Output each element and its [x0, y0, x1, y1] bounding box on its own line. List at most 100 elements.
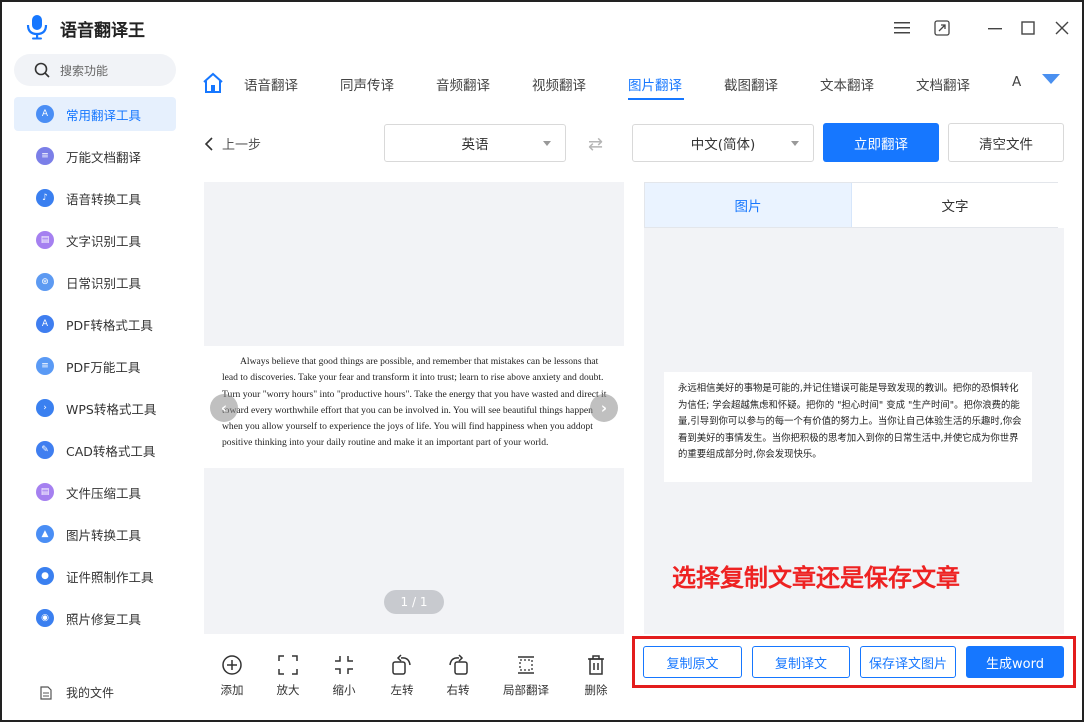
next-image-button[interactable]: › — [590, 394, 618, 422]
close-icon[interactable] — [1052, 18, 1072, 38]
sidebar-item-label: 常用翻译工具 — [66, 107, 142, 123]
file-icon — [40, 685, 52, 700]
file-compress-icon: ▤ — [36, 483, 54, 501]
tab-text-result[interactable]: 文字 — [852, 183, 1058, 227]
zoom-out-button[interactable]: 缩小 — [316, 654, 372, 698]
search-icon — [34, 62, 50, 78]
source-image-preview: Always believe that good things are poss… — [204, 182, 624, 634]
prev-image-button[interactable]: ‹ — [210, 394, 238, 422]
zoom-out-icon — [335, 656, 353, 674]
tool-label: 右转 — [446, 683, 470, 697]
translated-image: 永远相信美好的事物是可能的,并记住错误可能是导致发现的教训。把你的恐惧转化为信任… — [664, 372, 1032, 482]
partial-translate-icon — [518, 656, 534, 674]
menu-icon[interactable] — [892, 18, 912, 38]
chevron-down-icon — [543, 141, 551, 146]
sidebar-item-file-compress[interactable]: ▤ 文件压缩工具 — [14, 475, 176, 509]
search-input[interactable]: 搜索功能 — [14, 54, 176, 86]
translate-tool-icon: A — [36, 105, 54, 123]
voice-convert-icon: ♪ — [36, 189, 54, 207]
image-convert-icon: ▲ — [36, 525, 54, 543]
generate-word-button[interactable]: 生成word — [966, 646, 1064, 678]
home-icon[interactable] — [202, 72, 224, 94]
add-button[interactable]: 添加 — [204, 654, 260, 698]
tab-3[interactable]: 视频翻译 — [532, 74, 586, 94]
photo-repair-icon: ◉ — [36, 609, 54, 627]
my-files-link[interactable]: 我的文件 — [40, 684, 114, 701]
tab-2[interactable]: 音频翻译 — [436, 74, 490, 94]
minimize-icon[interactable] — [985, 18, 1005, 38]
sidebar-item-id-photo[interactable]: ● 证件照制作工具 — [14, 559, 176, 593]
rotate-left-icon — [392, 654, 411, 675]
clear-files-button[interactable]: 清空文件 — [948, 123, 1064, 162]
sidebar-item-wps-convert[interactable]: › WPS转格式工具 — [14, 391, 176, 425]
tab-5[interactable]: 截图翻译 — [724, 74, 778, 94]
main-panel: 语音翻译 同声传译 音频翻译 视频翻译 图片翻译 截图翻译 文本翻译 文档翻译 A 上一步 英语… — [182, 54, 1082, 720]
active-tab-underline — [628, 98, 684, 100]
sidebar-item-voice-convert[interactable]: ♪ 语音转换工具 — [14, 181, 176, 215]
sidebar-item-label: 文件压缩工具 — [66, 485, 142, 501]
delete-icon — [588, 655, 604, 675]
my-files-label: 我的文件 — [66, 686, 115, 700]
sidebar-item-label: WPS转格式工具 — [66, 401, 157, 417]
sidebar-item-label: 日常识别工具 — [66, 275, 142, 291]
tab-4[interactable]: 图片翻译 — [628, 74, 682, 94]
sidebar-item-pdf-convert[interactable]: A PDF转格式工具 — [14, 307, 176, 341]
save-translation-image-button[interactable]: 保存译文图片 — [860, 646, 956, 678]
sidebar-item-label: 证件照制作工具 — [66, 569, 154, 585]
pdf-convert-icon: A — [36, 315, 54, 333]
sidebar-item-document-translate[interactable]: ≡ 万能文档翻译 — [14, 139, 176, 173]
tool-label: 放大 — [276, 683, 300, 697]
target-language-select[interactable]: 中文(简体) — [632, 124, 814, 162]
microphone-logo-icon — [26, 15, 48, 40]
page-indicator: 1 / 1 — [384, 590, 444, 614]
tab-6[interactable]: 文本翻译 — [820, 74, 874, 94]
tool-label: 缩小 — [332, 683, 356, 697]
chevron-down-icon — [791, 141, 799, 146]
sidebar: 搜索功能 A 常用翻译工具 ≡ 万能文档翻译 ♪ 语音转换工具 ▤ 文字识别工具 ⊛ 日常识别工具… — [4, 54, 182, 720]
sidebar-item-pdf-tool[interactable]: ≡ PDF万能工具 — [14, 349, 176, 383]
swap-languages-icon[interactable]: ⇄ — [588, 134, 603, 155]
copy-translation-button[interactable]: 复制译文 — [752, 646, 850, 678]
id-photo-icon: ● — [36, 567, 54, 585]
wps-convert-icon: › — [36, 399, 54, 417]
zoom-in-button[interactable]: 放大 — [260, 654, 316, 698]
tab-7[interactable]: 文档翻译 — [916, 74, 970, 94]
rotate-right-icon — [449, 654, 468, 675]
tab-8[interactable]: A — [1012, 74, 1021, 90]
tool-label: 添加 — [220, 683, 244, 697]
chevron-left-icon — [204, 136, 213, 151]
target-language-value: 中文(简体) — [690, 137, 756, 153]
app-window: 语音翻译王 搜索功能 A 常用翻译工具 ≡ 万能文档翻译 ♪ 语音转换工具 ▤ 文字识别工具 ⊛… — [0, 0, 1084, 722]
source-language-select[interactable]: 英语 — [384, 124, 566, 162]
partial-translate-button[interactable]: 局部翻译 — [498, 654, 554, 698]
sidebar-item-photo-repair[interactable]: ◉ 照片修复工具 — [14, 601, 176, 635]
sidebar-item-label: CAD转格式工具 — [66, 443, 156, 459]
sidebar-item-cad-convert[interactable]: ✎ CAD转格式工具 — [14, 433, 176, 467]
tab-1[interactable]: 同声传译 — [340, 74, 394, 94]
maximize-icon[interactable] — [1018, 18, 1038, 38]
result-view-tabs: 图片 文字 — [644, 182, 1058, 228]
tab-0[interactable]: 语音翻译 — [244, 74, 298, 94]
rotate-left-button[interactable]: 左转 — [374, 654, 430, 698]
back-button[interactable]: 上一步 — [204, 134, 261, 153]
more-tabs-icon[interactable] — [1042, 74, 1060, 84]
copy-source-button[interactable]: 复制原文 — [643, 646, 742, 678]
sidebar-item-translate-tool[interactable]: A 常用翻译工具 — [14, 97, 176, 131]
annotation-hint: 选择复制文章还是保存文章 — [672, 564, 960, 592]
sidebar-item-label: 文字识别工具 — [66, 233, 142, 249]
delete-button[interactable]: 删除 — [568, 654, 624, 698]
zoom-in-icon — [278, 655, 298, 675]
tab-image-result[interactable]: 图片 — [645, 183, 852, 227]
title-bar: 语音翻译王 — [2, 2, 1082, 54]
back-label: 上一步 — [222, 138, 262, 153]
mini-mode-icon[interactable] — [932, 18, 952, 38]
tool-label: 删除 — [584, 683, 608, 697]
rotate-right-button[interactable]: 右转 — [430, 654, 486, 698]
sidebar-item-label: 万能文档翻译 — [66, 149, 142, 165]
translate-now-button[interactable]: 立即翻译 — [823, 123, 939, 162]
translation-preview: 永远相信美好的事物是可能的,并记住错误可能是导致发现的教训。把你的恐惧转化为信任… — [644, 228, 1064, 634]
sidebar-item-daily-recognition[interactable]: ⊛ 日常识别工具 — [14, 265, 176, 299]
sidebar-item-text-recognition[interactable]: ▤ 文字识别工具 — [14, 223, 176, 257]
sidebar-item-image-convert[interactable]: ▲ 图片转换工具 — [14, 517, 176, 551]
sidebar-item-label: 语音转换工具 — [66, 191, 142, 207]
